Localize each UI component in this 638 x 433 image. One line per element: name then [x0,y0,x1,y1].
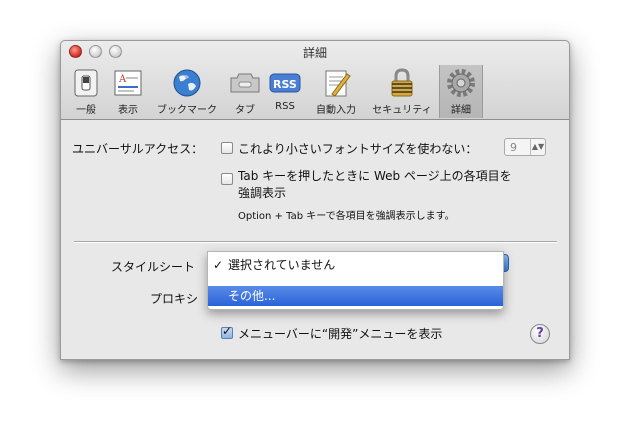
checkmark-icon: ✓ [222,324,233,338]
tabs-icon [230,73,260,93]
toolbar-item-autofill[interactable]: 自動入力 [306,66,366,117]
svg-text:RSS: RSS [273,78,297,91]
toolbar-item-rss[interactable]: RSS RSS [264,66,306,117]
tab-highlight-label-line2: 強調表示 [238,186,287,200]
autofill-pencil-icon [325,70,351,97]
menu-item-other[interactable]: その他... [208,286,503,306]
universal-access-label: ユニバーサルアクセス： [72,142,204,156]
min-font-size-value: 9 [510,141,517,154]
help-button[interactable]: ? [530,324,550,344]
toolbar-label: 表示 [118,105,138,116]
rss-icon: RSS [269,73,301,93]
min-font-size-popup[interactable]: 9 ▲▼ [504,138,546,156]
toolbar-item-general[interactable]: 一般 [64,66,108,117]
toolbar-item-tabs[interactable]: タブ [226,66,264,117]
chevron-updown-icon: ▲▼ [530,139,545,155]
toolbar-label: ブックマーク [157,105,217,116]
toolbar-label: 詳細 [451,105,471,116]
gear-icon [447,69,475,97]
help-icon: ? [536,326,544,341]
advanced-pane: ユニバーサルアクセス： これより小さいフォントサイズを使わない： 9 ▲▼ Ta… [61,120,569,359]
style-sheet-menu: ✓ 選択されていません その他... [207,251,504,310]
general-switch-icon [74,69,98,97]
min-font-label: これより小さいフォントサイズを使わない： [238,142,478,156]
develop-menu-label: メニューバーに“開発”メニューを表示 [238,327,443,341]
tab-highlight-hint: Option + Tab キーで各項目を強調表示します。 [238,211,455,222]
svg-text:A: A [118,74,127,85]
menu-item-label: その他... [228,289,276,303]
tab-highlight-checkbox[interactable] [221,173,233,185]
tab-highlight-label-line1: Tab キーを押したときに Web ページ上の各項目を [238,169,512,183]
globe-icon [173,69,201,97]
style-sheet-label: スタイルシート [111,260,196,274]
min-font-checkbox[interactable] [221,142,233,154]
toolbar-label: 一般 [76,105,96,116]
proxy-label: プロキシ [150,292,199,306]
preferences-window: 詳細 一般 A 表示 ブックマーク タブ RSS RSS 自動入力 セキュリティ… [60,40,570,360]
padlock-icon [391,68,413,97]
develop-menu-checkbox[interactable]: ✓ [221,324,233,339]
toolbar-item-advanced[interactable]: 詳細 [439,65,483,118]
window-title: 詳細 [302,46,327,60]
toolbar-label: 自動入力 [316,105,356,116]
section-divider-highlight [74,242,557,243]
appearance-icon: A [114,70,142,96]
menu-item-label: 選択されていません [228,258,336,272]
toolbar-item-bookmarks[interactable]: ブックマーク [148,66,226,117]
toolbar-item-security[interactable]: セキュリティ [366,66,438,117]
toolbar-label: タブ [235,105,255,116]
menu-item-none[interactable]: ✓ 選択されていません [208,255,503,275]
toolbar-item-appearance[interactable]: A 表示 [108,66,148,117]
toolbar-label: RSS [275,101,295,112]
titlebar-toolbar: 詳細 一般 A 表示 ブックマーク タブ RSS RSS 自動入力 セキュリティ… [61,41,569,120]
toolbar-label: セキュリティ [372,105,432,116]
checkmark-icon: ✓ [213,258,224,272]
